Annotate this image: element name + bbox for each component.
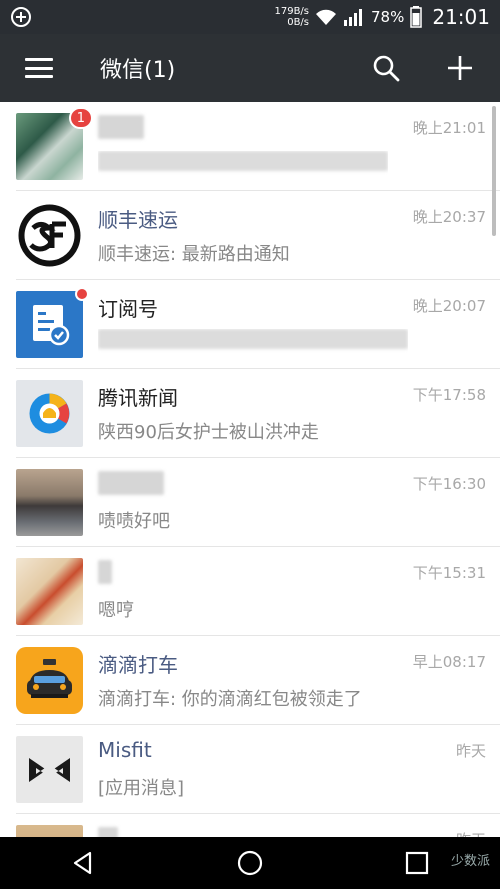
notification-app-icon [11,7,31,27]
chat-time: 昨天 [455,742,486,760]
net-up: 179B/s [274,6,310,17]
avatar [16,558,83,625]
chat-preview: 啧啧好吧 [98,511,170,532]
watermark: 少数派 [450,854,490,869]
chat-name: 订阅号 [98,297,158,321]
chat-row[interactable]: 下午15:31 嗯哼 [0,547,500,636]
avatar [16,825,83,837]
recents-icon [405,851,428,875]
chat-preview [98,329,408,354]
chat-time: 下午16:30 [412,475,486,493]
chat-preview: 顺丰速运: 最新路由通知 [98,244,290,265]
status-bar: 179B/s 0B/s 78% 21:01 [0,0,500,34]
chat-name: 顺丰速运 [98,208,178,232]
unread-dot [75,287,89,301]
subscription-icon [16,291,83,358]
chat-row[interactable]: 昨天 [0,814,500,837]
navigation-bar [0,837,500,889]
chat-list[interactable]: 1 晚上21:01 顺丰速运 晚上20:37 顺丰速运: 最新路由通知 订阅号 … [0,102,500,837]
chat-time: 下午17:58 [412,386,486,404]
home-button[interactable] [230,843,270,883]
chat-name: Misfit [98,738,152,762]
battery-percent: 78% [371,8,405,26]
chat-row[interactable]: 订阅号 晚上20:07 [0,280,500,369]
add-icon[interactable] [445,53,475,83]
unread-badge: 1 [68,107,93,129]
battery-icon [410,6,423,28]
net-down: 0B/s [287,17,310,28]
didi-icon [16,647,83,714]
chat-row[interactable]: 下午16:30 啧啧好吧 [0,458,500,547]
chat-name: 滴滴打车 [98,653,178,677]
chat-time: 晚上20:37 [412,208,486,226]
avatar [16,469,83,536]
search-icon[interactable] [371,53,401,83]
chat-time: 昨天 [456,829,486,837]
chat-name [98,115,144,144]
page-title: 微信(1) [100,58,176,83]
chat-name: 腾讯新闻 [98,386,178,410]
app-bar: 微信(1) [0,34,500,102]
chat-row[interactable]: Misfit 昨天 [应用消息] [0,725,500,814]
chat-name [98,560,112,589]
chat-name [98,827,118,837]
chat-time: 晚上20:07 [412,297,486,315]
tencent-news-icon [16,380,83,447]
chat-time: 早上08:17 [412,653,486,671]
chat-preview: 陕西90后女护士被山洪冲走 [98,422,319,443]
chat-time: 下午15:31 [412,564,486,582]
back-icon [74,851,92,875]
clock: 21:01 [432,5,490,29]
chat-preview [98,151,388,176]
back-button[interactable] [63,843,103,883]
chat-time: 晚上21:01 [412,119,486,137]
chat-name [98,471,164,500]
chat-row[interactable]: 腾讯新闻 下午17:58 陕西90后女护士被山洪冲走 [0,369,500,458]
chat-preview: 滴滴打车: 你的滴滴红包被领走了 [98,689,362,710]
network-speed: 179B/s 0B/s [274,6,309,28]
chat-preview: 嗯哼 [98,600,134,621]
scrollbar[interactable] [492,106,496,236]
misfit-icon [16,736,83,803]
sf-logo-icon [16,202,83,269]
chat-preview: [应用消息] [98,778,185,799]
signal-icon [344,9,363,26]
chat-row[interactable]: 顺丰速运 晚上20:37 顺丰速运: 最新路由通知 [0,191,500,280]
chat-row[interactable]: 1 晚上21:01 [0,102,500,191]
home-icon [237,850,263,876]
recents-button[interactable] [397,843,437,883]
wifi-icon [316,9,337,25]
chat-row[interactable]: 滴滴打车 早上08:17 滴滴打车: 你的滴滴红包被领走了 [0,636,500,725]
menu-icon[interactable] [25,58,53,78]
